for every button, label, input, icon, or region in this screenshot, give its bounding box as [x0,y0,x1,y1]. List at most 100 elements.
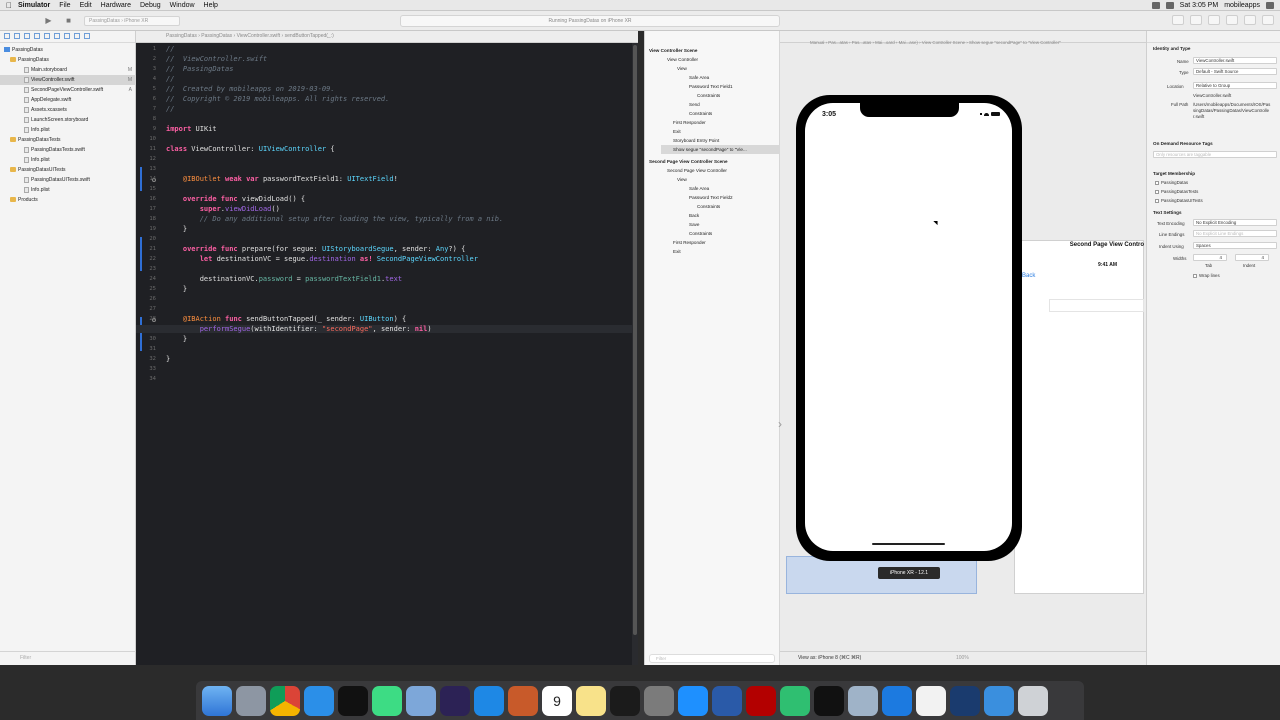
outline-filter-input[interactable]: Filter [649,654,775,663]
code-editor[interactable]: PassingDatas › PassingDatas › ViewContro… [136,31,638,665]
menu-help[interactable]: Help [204,2,218,9]
outline-exit[interactable]: Exit [673,247,681,256]
xcode-icon[interactable] [882,685,912,716]
editor-version-icon[interactable] [1208,15,1220,25]
outline-safe-area[interactable]: Safe Area [689,73,709,82]
source-control-tab-icon[interactable] [14,33,20,39]
symbol-tab-icon[interactable] [24,33,30,39]
menu-app-name[interactable]: Simulator [18,2,50,9]
outline-send-button[interactable]: Send [689,100,700,109]
toggle-inspector-icon[interactable] [1262,15,1274,25]
notes-icon[interactable] [576,685,606,716]
outline-constraints[interactable]: Constraints [689,109,712,118]
wrap-lines-row[interactable]: Wrap lines [1193,273,1220,278]
outline-scene-1[interactable]: View Controller Scene [649,46,697,55]
outline-password-field-1[interactable]: Password Text Field1 [689,82,733,91]
calendar-icon[interactable]: 9 [542,685,572,716]
checkbox-checked[interactable] [1193,273,1197,278]
nav-item-file-selected[interactable]: ViewController.swift M [0,75,136,85]
wifi-icon[interactable] [1151,1,1160,9]
sourcetree-icon[interactable] [712,685,742,716]
atom-icon[interactable] [780,685,810,716]
nav-item-folder[interactable]: PassingDatas [0,55,136,65]
menubar-clock[interactable]: Sat 3:05 PM [1180,2,1219,9]
intellij-icon[interactable] [338,685,368,716]
nav-item-project[interactable]: PassingDatas [0,45,136,55]
chrome-icon[interactable] [270,685,300,716]
filezilla-icon[interactable] [746,685,776,716]
ondemand-tags-field[interactable]: Only resources are taggable [1153,151,1277,158]
outline-constraints[interactable]: Constraints [697,202,720,211]
spotlight-icon[interactable] [1266,1,1274,9]
nav-item-file[interactable]: PassingDatasTests.swift [0,145,136,155]
run-button-icon[interactable]: ▶ [44,16,53,25]
nav-item-file[interactable]: PassingDatasUITests.swift [0,175,136,185]
quicktime-icon[interactable] [950,685,980,716]
outline-second-controller[interactable]: Second Page View Controller [667,166,727,175]
finder-icon[interactable] [202,685,232,716]
android-studio-icon[interactable] [372,685,402,716]
nav-item-folder[interactable]: PassingDatasTests [0,135,136,145]
safari-icon[interactable] [304,685,334,716]
outline-entry-point[interactable]: Storyboard Entry Point [673,136,719,145]
outline-view-controller[interactable]: View Controller [667,55,698,64]
target-row[interactable]: PassingDatasUITests [1155,198,1203,203]
editor-assistant-icon[interactable] [1190,15,1202,25]
nav-item-file[interactable]: AppDelegate.swift [0,95,136,105]
outline-view[interactable]: View [677,64,687,73]
outline-exit[interactable]: Exit [673,127,681,136]
simulator-screen[interactable]: 3:05 [805,103,1012,551]
outline-view[interactable]: View [677,175,687,184]
menu-hardware[interactable]: Hardware [101,2,131,9]
outline-safe-area[interactable]: Safe Area [689,184,709,193]
outline-back-button[interactable]: Back [689,211,699,220]
encoding-select[interactable]: No Explicit Encoding [1193,219,1277,226]
nav-item-file[interactable]: Info.plist [0,125,136,135]
outline-constraints[interactable]: Constraints [697,91,720,100]
stop-button-icon[interactable]: ■ [64,16,73,25]
type-select[interactable]: Default - Swift Source [1193,68,1277,75]
back-button[interactable]: Back [1022,273,1035,279]
nav-item-file[interactable]: LaunchScreen.storyboard [0,115,136,125]
outline-scene-2[interactable]: Second Page View Controller Scene [649,157,728,166]
folder-icon[interactable] [984,685,1014,716]
indent-using-select[interactable]: Spaces [1193,242,1277,249]
checkbox[interactable] [1155,189,1159,194]
scheme-selector[interactable]: PassingDatas › iPhone XR [84,16,180,26]
transmit-icon[interactable] [678,685,708,716]
view-as-label[interactable]: View as: iPhone 8 (⌘C ⌘R) [798,655,861,661]
outline-constraints[interactable]: Constraints [689,229,712,238]
nav-item-file[interactable]: Info.plist [0,155,136,165]
apple-menu-icon[interactable]:  [0,1,18,10]
menubar-user[interactable]: mobileapps [1224,2,1260,9]
outline-first-responder[interactable]: First Responder [673,118,706,127]
password-text-field-2[interactable] [1049,299,1144,312]
scrollbar-thumb[interactable] [633,45,637,635]
location-select[interactable]: Relative to Group [1193,82,1277,89]
toggle-debug-icon[interactable] [1244,15,1256,25]
indent-width-stepper[interactable]: 4 [1235,254,1269,261]
editor-jump-bar[interactable]: PassingDatas › PassingDatas › ViewContro… [136,31,638,43]
target-row[interactable]: PassingDatas [1155,180,1188,185]
nav-item-folder[interactable]: Products [0,195,136,205]
breakpoint-tab-icon[interactable] [74,33,80,39]
terminal-icon[interactable] [814,685,844,716]
tab-width-stepper[interactable]: 4 [1193,254,1227,261]
issue-tab-icon[interactable] [44,33,50,39]
nav-item-file[interactable]: SecondPageViewController.swift A [0,85,136,95]
menu-window[interactable]: Window [170,2,195,9]
system-preferences-icon[interactable] [644,685,674,716]
activity-monitor-icon[interactable] [610,685,640,716]
outline-save-button[interactable]: Save [689,220,699,229]
segue-arrow-icon[interactable]: › [778,417,782,431]
toggle-navigator-icon[interactable] [1226,15,1238,25]
menu-debug[interactable]: Debug [140,2,161,9]
eclipse-icon[interactable] [440,685,470,716]
nav-item-file[interactable]: Assets.xcassets [0,105,136,115]
canvas-jump-bar[interactable]: Manual › Pas...atas › Pas...atas › Mai..… [780,31,1146,45]
outline-password-field-2[interactable]: Password Text Field2 [689,193,733,202]
navigator-filter-input[interactable]: Filter [0,651,136,665]
textedit-icon[interactable] [916,685,946,716]
checkbox-checked[interactable] [1155,180,1159,185]
nav-item-folder[interactable]: PassingDatasUITests [0,165,136,175]
